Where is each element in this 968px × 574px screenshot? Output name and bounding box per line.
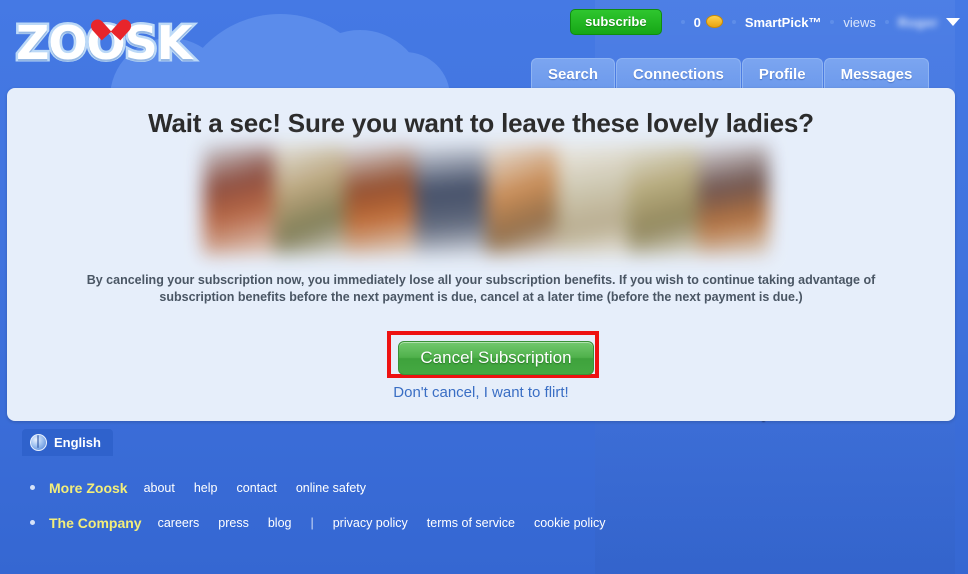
site-footer: More Zoosk about help contact online saf…	[30, 470, 930, 540]
globe-icon	[30, 434, 47, 451]
footer-link-careers[interactable]: careers	[158, 516, 200, 530]
member-photo-thumbnail	[203, 145, 274, 255]
member-photo-thumbnail	[344, 145, 416, 255]
footer-link-online-safety[interactable]: online safety	[296, 481, 366, 495]
site-header: ZOOSK subscribe 0 SmartPick™ views Roger…	[0, 0, 968, 134]
views-link[interactable]: views	[843, 15, 876, 30]
chevron-down-icon[interactable]	[946, 18, 960, 26]
footer-link-contact[interactable]: contact	[237, 481, 277, 495]
member-photo-thumbnail	[273, 145, 345, 255]
bullet-icon	[30, 485, 35, 490]
dialog-body-text: By canceling your subscription now, you …	[86, 273, 876, 304]
footer-link-blog[interactable]: blog	[268, 516, 292, 530]
footer-heading-more-zoosk: More Zoosk	[49, 479, 128, 496]
zoosk-logo[interactable]: ZOOSK	[14, 12, 195, 74]
nav-separator-dot	[731, 20, 736, 24]
member-photo-thumbnail	[556, 145, 628, 255]
nav-separator-dot	[680, 20, 685, 24]
main-tab-bar: Search Connections Profile Messages	[531, 58, 930, 90]
member-photo-strip	[203, 145, 769, 255]
footer-link-press[interactable]: press	[218, 516, 249, 530]
footer-separator: |	[310, 515, 314, 530]
member-photo-thumbnail	[486, 145, 557, 255]
tab-connections[interactable]: Connections	[616, 58, 741, 90]
footer-link-privacy-policy[interactable]: privacy policy	[333, 516, 408, 530]
cancel-subscription-highlight: Cancel Subscription	[387, 331, 599, 378]
cancel-subscription-button[interactable]: Cancel Subscription	[398, 341, 594, 375]
dont-cancel-link[interactable]: Don't cancel, I want to flirt!	[7, 384, 955, 401]
footer-link-cookie-policy[interactable]: cookie policy	[534, 516, 606, 530]
footer-link-terms-of-service[interactable]: terms of service	[427, 516, 515, 530]
footer-link-help[interactable]: help	[194, 481, 218, 495]
coin-balance-value: 0	[693, 14, 701, 30]
footer-link-about[interactable]: about	[144, 481, 175, 495]
dialog-title: Wait a sec! Sure you want to leave these…	[148, 108, 814, 138]
language-selector[interactable]: English	[22, 429, 113, 456]
member-photo-thumbnail	[698, 145, 769, 255]
tab-messages[interactable]: Messages	[823, 58, 930, 90]
subscribe-button[interactable]: subscribe	[570, 9, 662, 35]
tab-search[interactable]: Search	[531, 58, 616, 90]
language-label: English	[54, 435, 101, 450]
bullet-icon	[30, 520, 35, 525]
username-label[interactable]: Roger	[898, 15, 938, 30]
smartpick-link[interactable]: SmartPick™	[745, 15, 822, 30]
footer-heading-the-company: The Company	[49, 514, 142, 531]
coin-balance[interactable]: 0	[693, 14, 723, 30]
footer-row-the-company: The Company careers press blog | privacy…	[30, 505, 930, 540]
page-background: ZOOSK subscribe 0 SmartPick™ views Roger…	[0, 0, 968, 574]
nav-separator-dot	[830, 20, 835, 24]
heart-icon	[100, 13, 126, 37]
coin-icon	[705, 14, 723, 28]
top-navigation: subscribe 0 SmartPick™ views Roger	[570, 9, 960, 35]
cancel-subscription-dialog: Wait a sec! Sure you want to leave these…	[7, 88, 955, 421]
footer-row-more-zoosk: More Zoosk about help contact online saf…	[30, 470, 930, 505]
member-photo-thumbnail	[415, 145, 486, 255]
member-photo-thumbnail	[627, 145, 699, 255]
nav-separator-dot	[884, 20, 889, 24]
tab-profile[interactable]: Profile	[741, 58, 823, 90]
